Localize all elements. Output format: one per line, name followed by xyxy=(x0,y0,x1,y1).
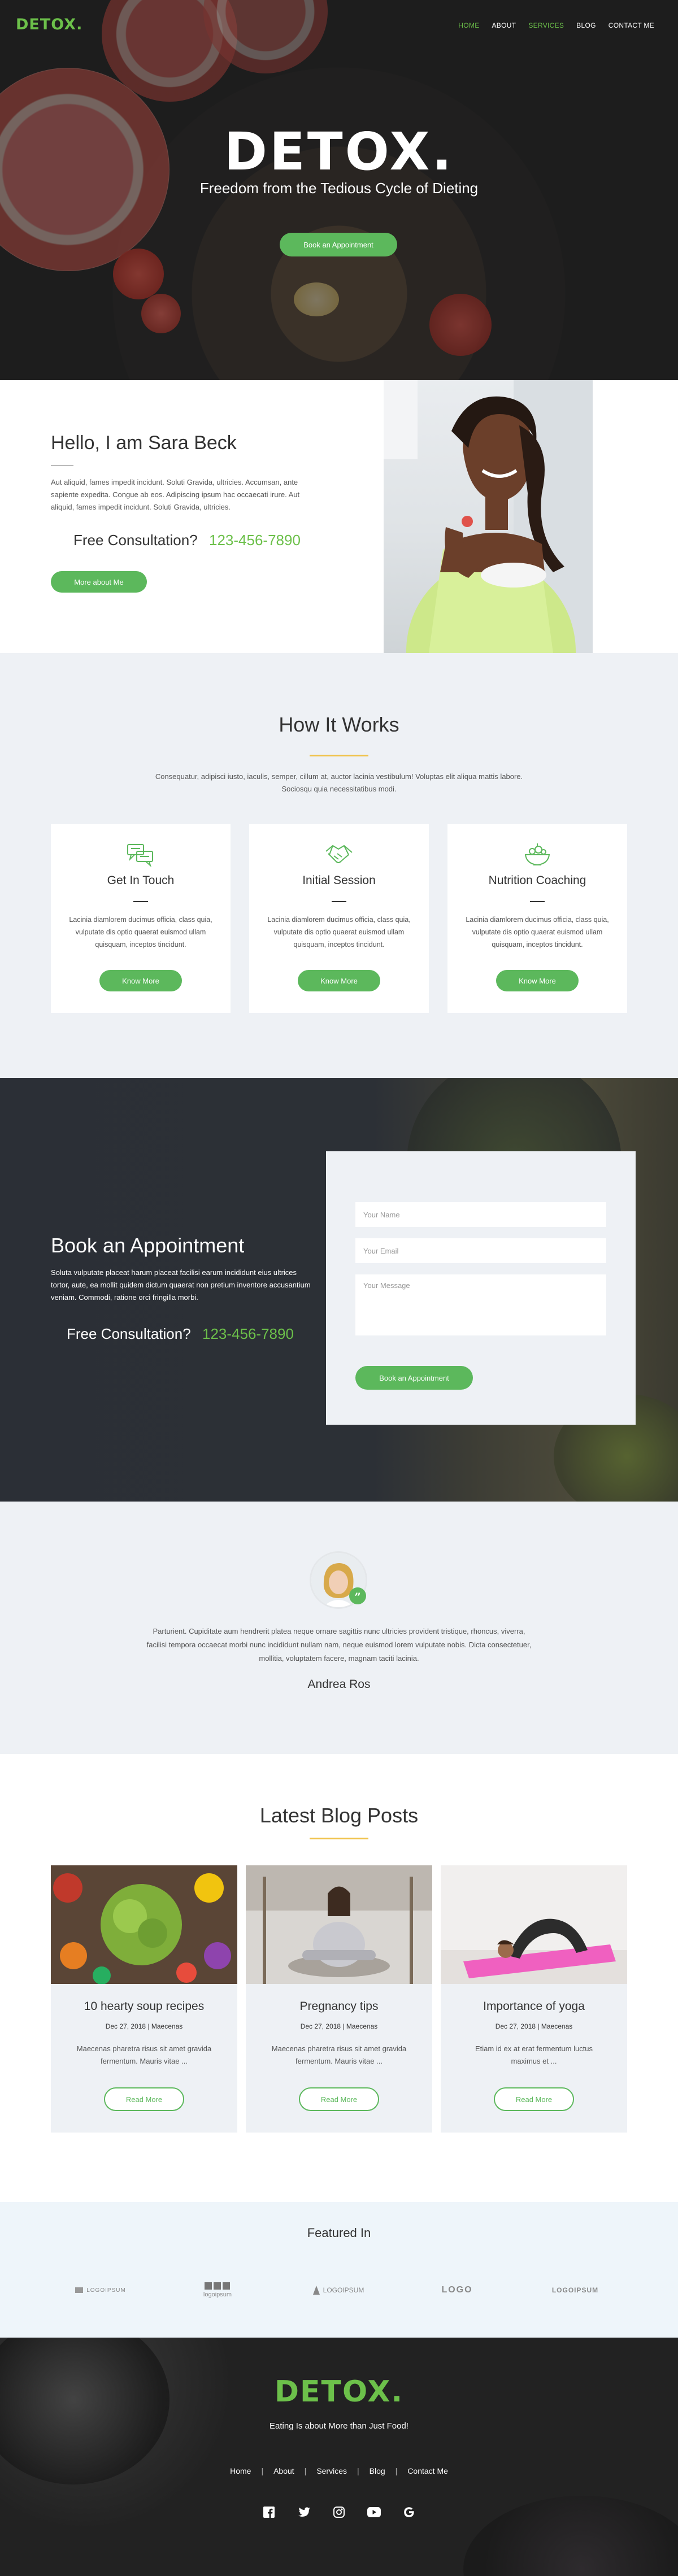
handshake-icon xyxy=(325,842,353,867)
title-underline xyxy=(310,1838,368,1839)
hero-logo: DETOX. xyxy=(224,121,454,182)
name-input[interactable]: Your Name xyxy=(355,1202,606,1227)
know-more-button[interactable]: Know More xyxy=(496,970,579,991)
divider xyxy=(51,465,73,466)
post-meta: Dec 27, 2018 | Maecenas xyxy=(300,2022,378,2030)
footer-link-contact[interactable]: Contact Me xyxy=(407,2466,448,2475)
footer-link-services[interactable]: Services xyxy=(316,2466,347,2475)
consultation-label: Free Consultation? xyxy=(73,532,198,549)
testimonial-section: ” Parturient. Cupiditate aum hendrerit p… xyxy=(0,1502,678,1754)
footer-link-home[interactable]: Home xyxy=(230,2466,251,2475)
know-more-button[interactable]: Know More xyxy=(99,970,182,991)
nav-item-contact[interactable]: CONTACT ME xyxy=(609,21,654,29)
appointment-form: Your Name Your Email Your Message Book a… xyxy=(326,1151,636,1425)
testimonial-author: Andrea Ros xyxy=(307,1678,371,1691)
pregnancy-tips-image[interactable] xyxy=(246,1865,432,1984)
partner-logo: LOGO xyxy=(441,2285,473,2295)
how-it-works-subtitle: Consequatur, adipisci iusto, iaculis, se… xyxy=(155,772,523,793)
post-excerpt: Maecenas pharetra risus sit amet gravida… xyxy=(271,2044,407,2065)
instagram-icon[interactable] xyxy=(332,2505,346,2520)
partner-logo: LOGOIPSUM xyxy=(551,2286,599,2294)
step-card: Get In Touch Lacinia diamlorem ducimus o… xyxy=(51,824,231,1013)
google-icon[interactable] xyxy=(402,2505,416,2520)
quote-icon: ” xyxy=(349,1587,366,1604)
how-it-works-title: How It Works xyxy=(279,713,399,736)
post-title[interactable]: 10 hearty soup recipes xyxy=(51,2000,237,2013)
youtube-icon[interactable] xyxy=(367,2505,381,2520)
main-menu: HOME ABOUT SERVICES BLOG CONTACT ME xyxy=(458,21,654,29)
chat-bubbles-icon xyxy=(127,842,155,867)
step-card: Nutrition Coaching Lacinia diamlorem duc… xyxy=(447,824,627,1013)
step-card: Initial Session Lacinia diamlorem ducimu… xyxy=(249,824,429,1013)
site-footer: DETOX. Eating Is about More than Just Fo… xyxy=(0,2338,678,2576)
twitter-icon[interactable] xyxy=(297,2505,311,2520)
read-more-button[interactable]: Read More xyxy=(494,2087,574,2111)
post-title[interactable]: Importance of yoga xyxy=(441,2000,627,2013)
partner-logo: LOGOIPSUM xyxy=(72,2279,129,2301)
appointment-title: Book an Appointment xyxy=(51,1234,245,1257)
top-navigation: DETOX. HOME ABOUT SERVICES BLOG CONTACT … xyxy=(0,0,678,51)
footer-link-about[interactable]: About xyxy=(273,2466,294,2475)
partner-logo: logoipsum xyxy=(192,2279,243,2301)
more-about-me-button[interactable]: More about Me xyxy=(51,571,147,593)
post-meta: Dec 27, 2018 | Maecenas xyxy=(495,2022,573,2030)
post-excerpt: Etiam id ex at erat fermentum luctus max… xyxy=(475,2044,593,2065)
card-text: Lacinia diamlorem ducimus officia, class… xyxy=(69,916,212,948)
about-text: Aut aliquid, fames impedit incidunt. Sol… xyxy=(51,478,300,511)
blog-post-card: 10 hearty soup recipes Dec 27, 2018 | Ma… xyxy=(51,1865,237,2133)
card-title: Initial Session xyxy=(302,874,376,887)
footer-logo[interactable]: DETOX. xyxy=(0,2375,678,2409)
about-title: Hello, I am Sara Beck xyxy=(51,432,237,454)
read-more-button[interactable]: Read More xyxy=(104,2087,184,2111)
salad-bowl-icon xyxy=(523,842,551,867)
hero-section: DETOX. HOME ABOUT SERVICES BLOG CONTACT … xyxy=(0,0,678,380)
hero-tagline: Freedom from the Tedious Cycle of Dietin… xyxy=(199,180,479,197)
consultation-label: Free Consultation? xyxy=(67,1325,191,1342)
blog-section: Latest Blog Posts 10 hearty soup recipes… xyxy=(0,1754,678,2202)
footer-menu: Home | About | Services | Blog | Contact Me xyxy=(230,2466,448,2475)
title-underline xyxy=(310,755,368,756)
site-logo[interactable]: DETOX. xyxy=(16,16,82,33)
appointment-text: Soluta vulputate placeat harum placeat f… xyxy=(51,1268,311,1302)
nav-item-blog[interactable]: BLOG xyxy=(576,21,596,29)
post-title[interactable]: Pregnancy tips xyxy=(246,2000,432,2013)
footer-tagline: Eating Is about More than Just Food! xyxy=(270,2421,408,2431)
facebook-icon[interactable] xyxy=(262,2505,276,2520)
testimonial-text: Parturient. Cupiditate aum hendrerit pla… xyxy=(146,1627,532,1663)
card-title: Get In Touch xyxy=(107,874,175,887)
how-it-works-section: How It Works Consequatur, adipisci iusto… xyxy=(0,653,678,1078)
nav-item-home[interactable]: HOME xyxy=(458,21,479,29)
yoga-image[interactable] xyxy=(441,1865,627,1984)
submit-appointment-button[interactable]: Book an Appointment xyxy=(355,1366,473,1390)
soup-recipes-image[interactable] xyxy=(51,1865,237,1984)
phone-link[interactable]: 123-456-7890 xyxy=(202,1325,294,1343)
post-meta: Dec 27, 2018 | Maecenas xyxy=(105,2022,183,2030)
appointment-section: Book an Appointment Soluta vulputate pla… xyxy=(0,1078,678,1502)
nav-item-about[interactable]: ABOUT xyxy=(492,21,516,29)
food-bowl-image xyxy=(0,2338,169,2484)
footer-link-blog[interactable]: Blog xyxy=(370,2466,385,2475)
read-more-button[interactable]: Read More xyxy=(299,2087,379,2111)
nav-item-services[interactable]: SERVICES xyxy=(528,21,564,29)
blog-title: Latest Blog Posts xyxy=(259,1804,419,1827)
card-text: Lacinia diamlorem ducimus officia, class… xyxy=(267,916,411,948)
social-links xyxy=(0,2505,678,2520)
blog-post-card: Pregnancy tips Dec 27, 2018 | Maecenas M… xyxy=(246,1865,432,2133)
phone-link[interactable]: 123-456-7890 xyxy=(209,532,301,549)
about-section: Hello, I am Sara Beck Aut aliquid, fames… xyxy=(0,380,678,653)
partner-logo: LOGOIPSUM xyxy=(307,2279,370,2301)
featured-title: Featured In xyxy=(307,2226,371,2240)
card-text: Lacinia diamlorem ducimus officia, class… xyxy=(466,916,609,948)
email-input[interactable]: Your Email xyxy=(355,1238,606,1263)
featured-in-section: Featured In LOGOIPSUM logoipsum LOGOIPSU… xyxy=(0,2202,678,2338)
card-title: Nutrition Coaching xyxy=(488,874,586,887)
hero-appointment-button[interactable]: Book an Appointment xyxy=(280,233,397,256)
message-textarea[interactable]: Your Message xyxy=(355,1274,606,1335)
sara-beck-photo xyxy=(384,380,593,653)
know-more-button[interactable]: Know More xyxy=(298,970,380,991)
blog-post-card: Importance of yoga Dec 27, 2018 | Maecen… xyxy=(441,1865,627,2133)
post-excerpt: Maecenas pharetra risus sit amet gravida… xyxy=(76,2044,212,2065)
